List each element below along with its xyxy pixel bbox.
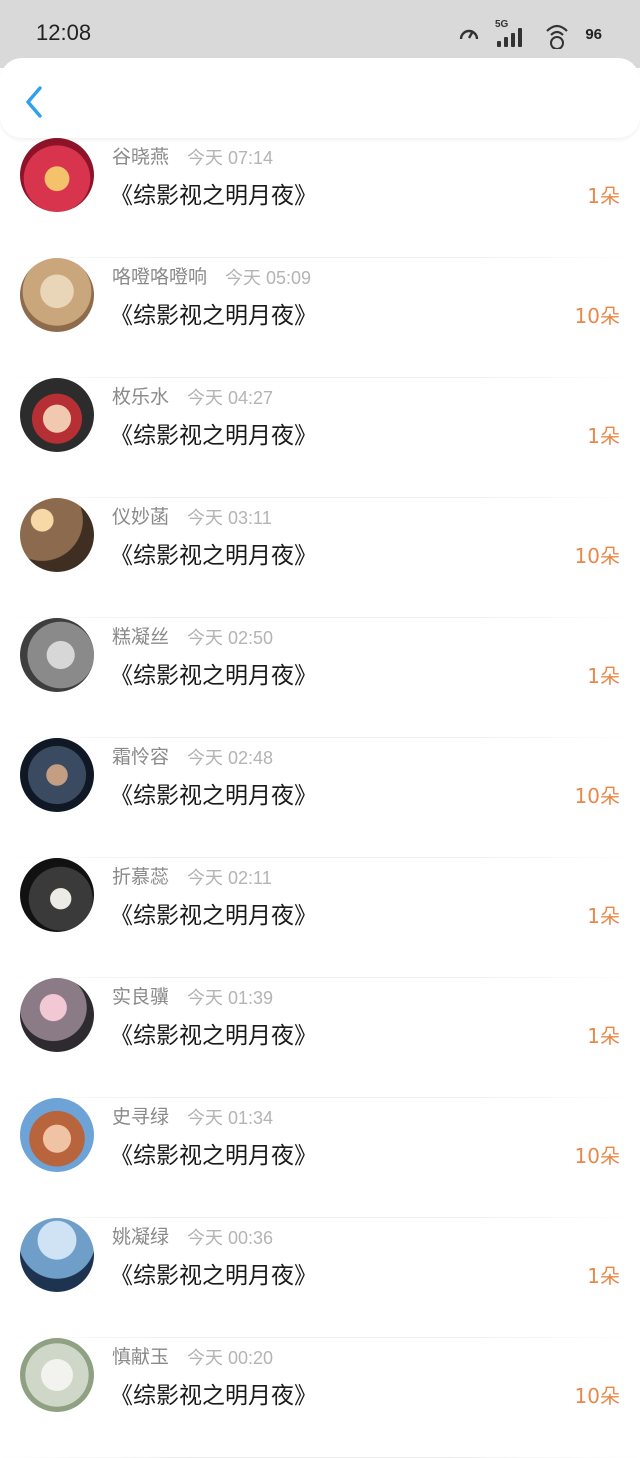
user-name[interactable]: 史寻绿: [112, 1102, 169, 1129]
user-name[interactable]: 姚凝绿: [112, 1222, 169, 1249]
list-item[interactable]: 咯噔咯噔响 今天 05:09 《综影视之明月夜》 10朵: [0, 258, 640, 378]
flower-count: 1朵: [587, 664, 620, 688]
list-item[interactable]: 实良骥 今天 01:39 《综影视之明月夜》 1朵: [0, 978, 640, 1098]
timestamp: 今天 03:11: [187, 508, 272, 528]
timestamp: 今天 07:14: [187, 148, 274, 168]
list-item[interactable]: 史寻绿 今天 01:34 《综影视之明月夜》 10朵: [0, 1098, 640, 1218]
flower-count: 10朵: [574, 304, 620, 328]
gift-list: 谷晓燕 今天 07:14 《综影视之明月夜》 1朵 咯噔咯噔响 今天 05:09 《综影视之…: [0, 138, 640, 1458]
avatar[interactable]: [20, 378, 94, 452]
timestamp: 今天 04:27: [187, 388, 274, 408]
list-item[interactable]: 折慕蕊 今天 02:11 《综影视之明月夜》 1朵: [0, 858, 640, 978]
avatar[interactable]: [20, 138, 94, 212]
user-name[interactable]: 实良骥: [112, 982, 169, 1009]
flower-count: 10朵: [574, 1144, 620, 1168]
book-title: 《综影视之明月夜》: [110, 783, 317, 809]
network-label: 5G: [495, 19, 509, 30]
list-item[interactable]: 仪妙菡 今天 03:11 《综影视之明月夜》 10朵: [0, 498, 640, 618]
avatar[interactable]: [20, 858, 94, 932]
wifi-icon: [546, 24, 569, 49]
book-title: 《综影视之明月夜》: [110, 183, 317, 209]
book-title: 《综影视之明月夜》: [110, 1383, 317, 1409]
avatar[interactable]: [20, 1218, 94, 1292]
list-item[interactable]: 姚凝绿 今天 00:36 《综影视之明月夜》 1朵: [0, 1218, 640, 1338]
flower-count: 1朵: [587, 1024, 620, 1048]
battery-level: 96: [585, 25, 602, 43]
user-name[interactable]: 仪妙菡: [112, 502, 169, 529]
user-name[interactable]: 折慕蕊: [112, 862, 169, 889]
flower-count: 1朵: [587, 184, 620, 208]
avatar[interactable]: [20, 738, 94, 812]
timestamp: 今天 02:11: [187, 868, 272, 888]
timestamp: 今天 01:34: [187, 1108, 274, 1128]
book-title: 《综影视之明月夜》: [110, 663, 317, 689]
timestamp: 今天 02:50: [187, 628, 274, 648]
list-item[interactable]: 慎献玉 今天 00:20 《综影视之明月夜》 10朵: [0, 1338, 640, 1458]
user-name[interactable]: 慎献玉: [112, 1342, 169, 1369]
book-title: 《综影视之明月夜》: [110, 1263, 317, 1289]
book-title: 《综影视之明月夜》: [110, 1143, 317, 1169]
flower-count: 10朵: [574, 1384, 620, 1408]
book-title: 《综影视之明月夜》: [110, 903, 317, 929]
avatar[interactable]: [20, 618, 94, 692]
flower-count: 10朵: [574, 784, 620, 808]
timestamp: 今天 02:48: [187, 748, 274, 768]
flower-count: 1朵: [587, 1264, 620, 1288]
signal-icon: 5G: [495, 19, 523, 47]
book-title: 《综影视之明月夜》: [110, 543, 317, 569]
book-title: 《综影视之明月夜》: [110, 1023, 317, 1049]
user-name[interactable]: 霜怜容: [112, 742, 169, 769]
user-name[interactable]: 枚乐水: [112, 382, 169, 409]
list-item[interactable]: 枚乐水 今天 04:27 《综影视之明月夜》 1朵: [0, 378, 640, 498]
user-name[interactable]: 谷晓燕: [112, 142, 169, 169]
timestamp: 今天 00:20: [187, 1348, 274, 1368]
timestamp: 今天 00:36: [187, 1228, 274, 1248]
avatar[interactable]: [20, 258, 94, 332]
user-name[interactable]: 糕凝丝: [112, 622, 169, 649]
flower-count: 1朵: [587, 904, 620, 928]
timestamp: 今天 05:09: [225, 268, 312, 288]
chevron-left-icon: [26, 86, 42, 118]
avatar[interactable]: [20, 1098, 94, 1172]
timestamp: 今天 01:39: [187, 988, 274, 1008]
book-title: 《综影视之明月夜》: [110, 303, 317, 329]
flower-count: 10朵: [574, 544, 620, 568]
flower-count: 1朵: [587, 424, 620, 448]
avatar[interactable]: [20, 498, 94, 572]
speedometer-icon: [460, 29, 479, 40]
book-title: 《综影视之明月夜》: [110, 423, 317, 449]
top-nav-bar: [0, 58, 640, 138]
avatar[interactable]: [20, 1338, 94, 1412]
list-item[interactable]: 糕凝丝 今天 02:50 《综影视之明月夜》 1朵: [0, 618, 640, 738]
back-button[interactable]: [18, 82, 52, 122]
status-icons: 5G 96: [457, 16, 602, 52]
status-time: 12:08: [36, 20, 92, 45]
user-name[interactable]: 咯噔咯噔响: [112, 262, 207, 289]
list-item[interactable]: 霜怜容 今天 02:48 《综影视之明月夜》 10朵: [0, 738, 640, 858]
avatar[interactable]: [20, 978, 94, 1052]
list-item[interactable]: 谷晓燕 今天 07:14 《综影视之明月夜》 1朵: [0, 138, 640, 258]
